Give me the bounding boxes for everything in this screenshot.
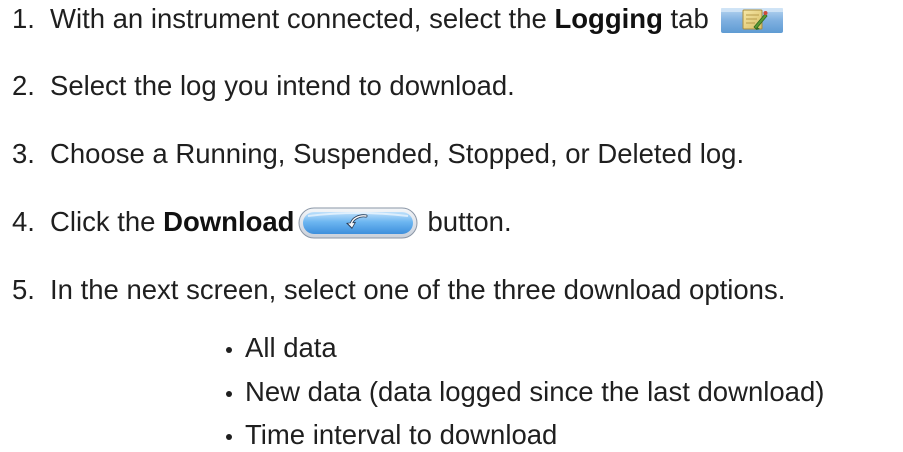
step-1: 1. With an instrument connected, select …: [12, 2, 783, 36]
step-text: tab: [670, 3, 709, 34]
step-text: button.: [427, 206, 512, 237]
step-2: 2. Select the log you intend to download…: [12, 69, 515, 103]
logging-tab-label: Logging: [554, 3, 663, 34]
step-5: 5. In the next screen, select one of the…: [12, 273, 785, 307]
step-3: 3. Choose a Running, Suspended, Stopped,…: [12, 137, 744, 171]
list-item: New data (data logged since the last dow…: [226, 375, 824, 409]
step-text: Choose a Running, Suspended, Stopped, or…: [50, 138, 745, 169]
download-label: Download: [163, 206, 295, 237]
download-button[interactable]: [298, 207, 418, 239]
bullet-icon: [226, 347, 232, 353]
list-item: All data: [226, 331, 337, 365]
step-number: 1.: [12, 3, 35, 34]
step-text: With an instrument connected, select the: [50, 3, 547, 34]
step-number: 4.: [12, 206, 35, 237]
bullet-icon: [226, 391, 232, 397]
option-label: Time interval to download: [245, 419, 558, 450]
step-number: 3.: [12, 138, 35, 169]
list-item: Time interval to download: [226, 418, 557, 452]
step-4: 4. Click the Download button.: [12, 205, 512, 239]
step-text: In the next screen, select one of the th…: [50, 274, 786, 305]
logging-tab-icon[interactable]: [720, 7, 783, 33]
step-number: 5.: [12, 274, 35, 305]
step-text: Select the log you intend to download.: [50, 70, 515, 101]
option-label: New data (data logged since the last dow…: [245, 376, 825, 407]
bullet-icon: [226, 434, 232, 440]
step-text: Click the: [50, 206, 156, 237]
option-label: All data: [245, 332, 337, 363]
step-number: 2.: [12, 70, 35, 101]
